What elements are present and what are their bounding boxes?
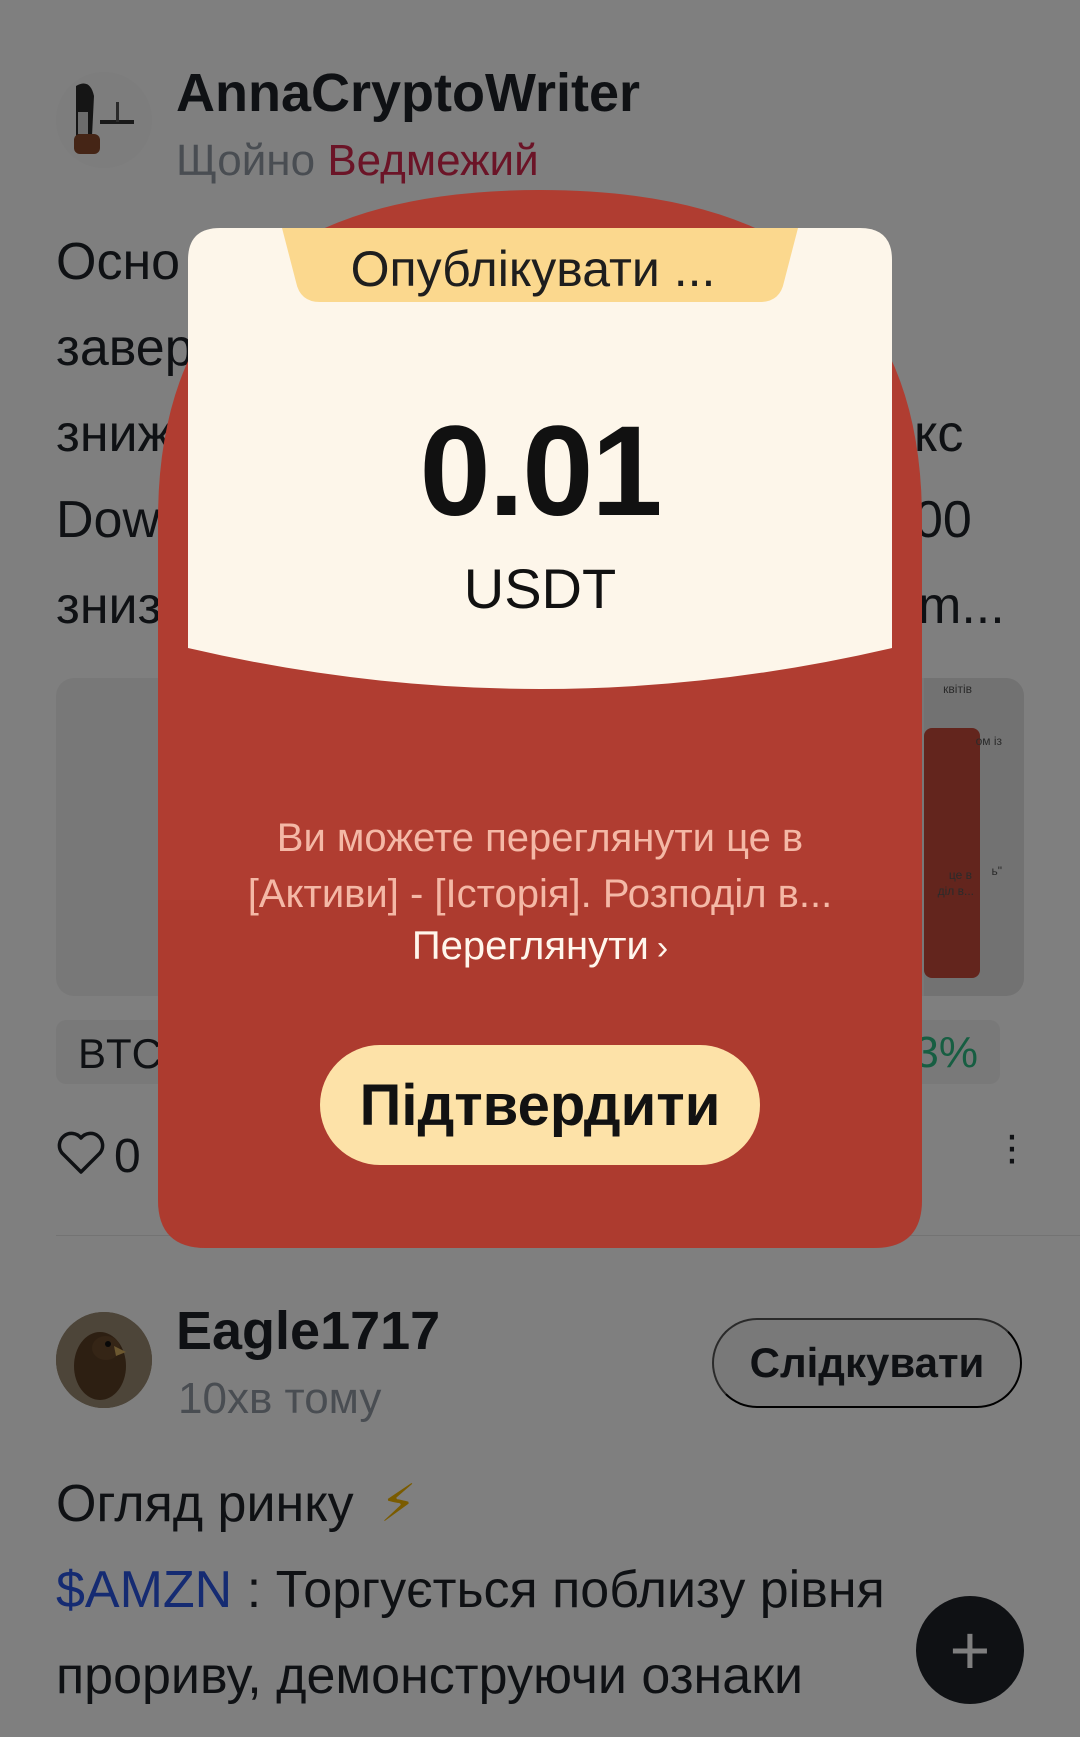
packet-amount: 0.01 (419, 400, 662, 543)
chevron-right-icon: › (656, 929, 669, 967)
packet-currency: USDT (463, 557, 617, 620)
red-packet-modal: Опублікувати ... 0.01 USDT Ви можете пер… (0, 0, 1080, 1737)
modal-tab-title: Опублікувати ... (350, 241, 716, 297)
info-line-2: [Активи] - [Історія]. Розподіл в... (247, 872, 833, 916)
info-line-1: Ви можете переглянути це в (276, 816, 804, 860)
confirm-button[interactable]: Підтвердити (320, 1045, 760, 1165)
info-text: Ви можете переглянути це в [Активи] - [І… (190, 810, 890, 922)
view-link-label: Переглянути (411, 924, 649, 968)
view-link[interactable]: Переглянути › (190, 924, 890, 969)
